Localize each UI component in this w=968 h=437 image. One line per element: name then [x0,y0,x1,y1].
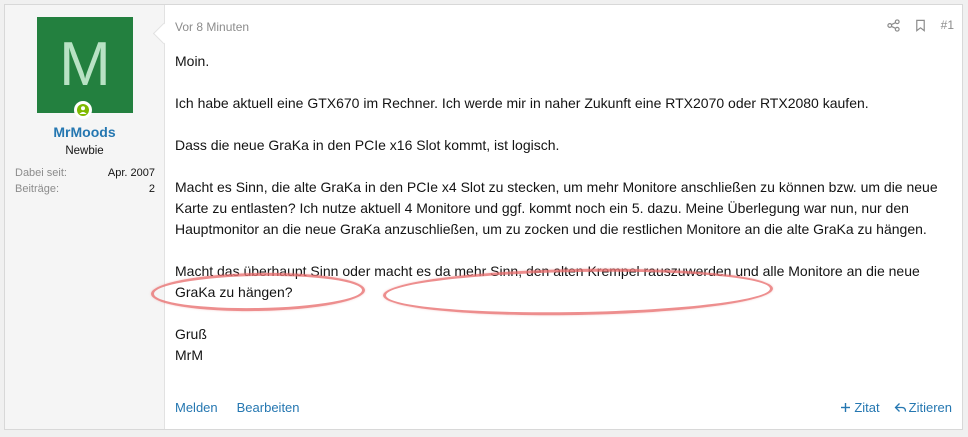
post-paragraph: Moin. [175,53,210,69]
multiquote-button[interactable]: Zitat [839,400,880,415]
avatar[interactable]: M [37,17,133,113]
post-number-link[interactable]: #1 [941,18,954,32]
post-footer-left: Melden Bearbeiten [175,400,300,415]
post-signoff: Gruß MrM [175,324,945,366]
reply-quote-label: Zitieren [908,400,952,415]
stat-label: Beiträge: [15,183,60,195]
stat-joined: Dabei seit: Apr. 2007 [15,167,155,179]
edit-link[interactable]: Bearbeiten [237,400,300,415]
post-paragraph: Ich habe aktuell eine GTX670 im Rechner.… [175,95,869,111]
bookmark-icon[interactable] [914,19,927,32]
reply-icon [894,401,907,414]
post-paragraph: Dass die neue GraKa in den PCIe x16 Slot… [175,137,560,153]
user-cell: M MrMoods Newbie Dabei seit: Apr. 2007 B… [5,5,165,429]
post-main: Vor 8 Minuten #1 Moin. Ich habe aktuell … [165,5,962,429]
multiquote-label: Zitat [854,400,880,415]
post-header-actions: #1 [886,18,954,32]
post-body: Moin. Ich habe aktuell eine GTX670 im Re… [175,51,945,366]
stat-value[interactable]: 2 [149,183,155,195]
post-timestamp[interactable]: Vor 8 Minuten [175,20,249,34]
report-link[interactable]: Melden [175,400,218,415]
username-link[interactable]: MrMoods [5,124,164,140]
stat-posts: Beiträge: 2 [15,183,155,195]
stat-label: Dabei seit: [15,167,67,179]
post-footer-right: Zitat Zitieren [839,400,952,415]
stat-value: Apr. 2007 [107,167,155,179]
signoff-line: Gruß [175,326,207,342]
signoff-line: MrM [175,347,203,363]
user-title: Newbie [65,145,104,157]
post-paragraph: Macht es Sinn, die alte GraKa in den PCI… [175,179,938,237]
forum-post: M MrMoods Newbie Dabei seit: Apr. 2007 B… [4,4,963,430]
reply-quote-button[interactable]: Zitieren [894,400,952,415]
plus-icon [839,401,852,414]
online-status-icon [74,101,92,119]
share-icon[interactable] [886,18,900,32]
